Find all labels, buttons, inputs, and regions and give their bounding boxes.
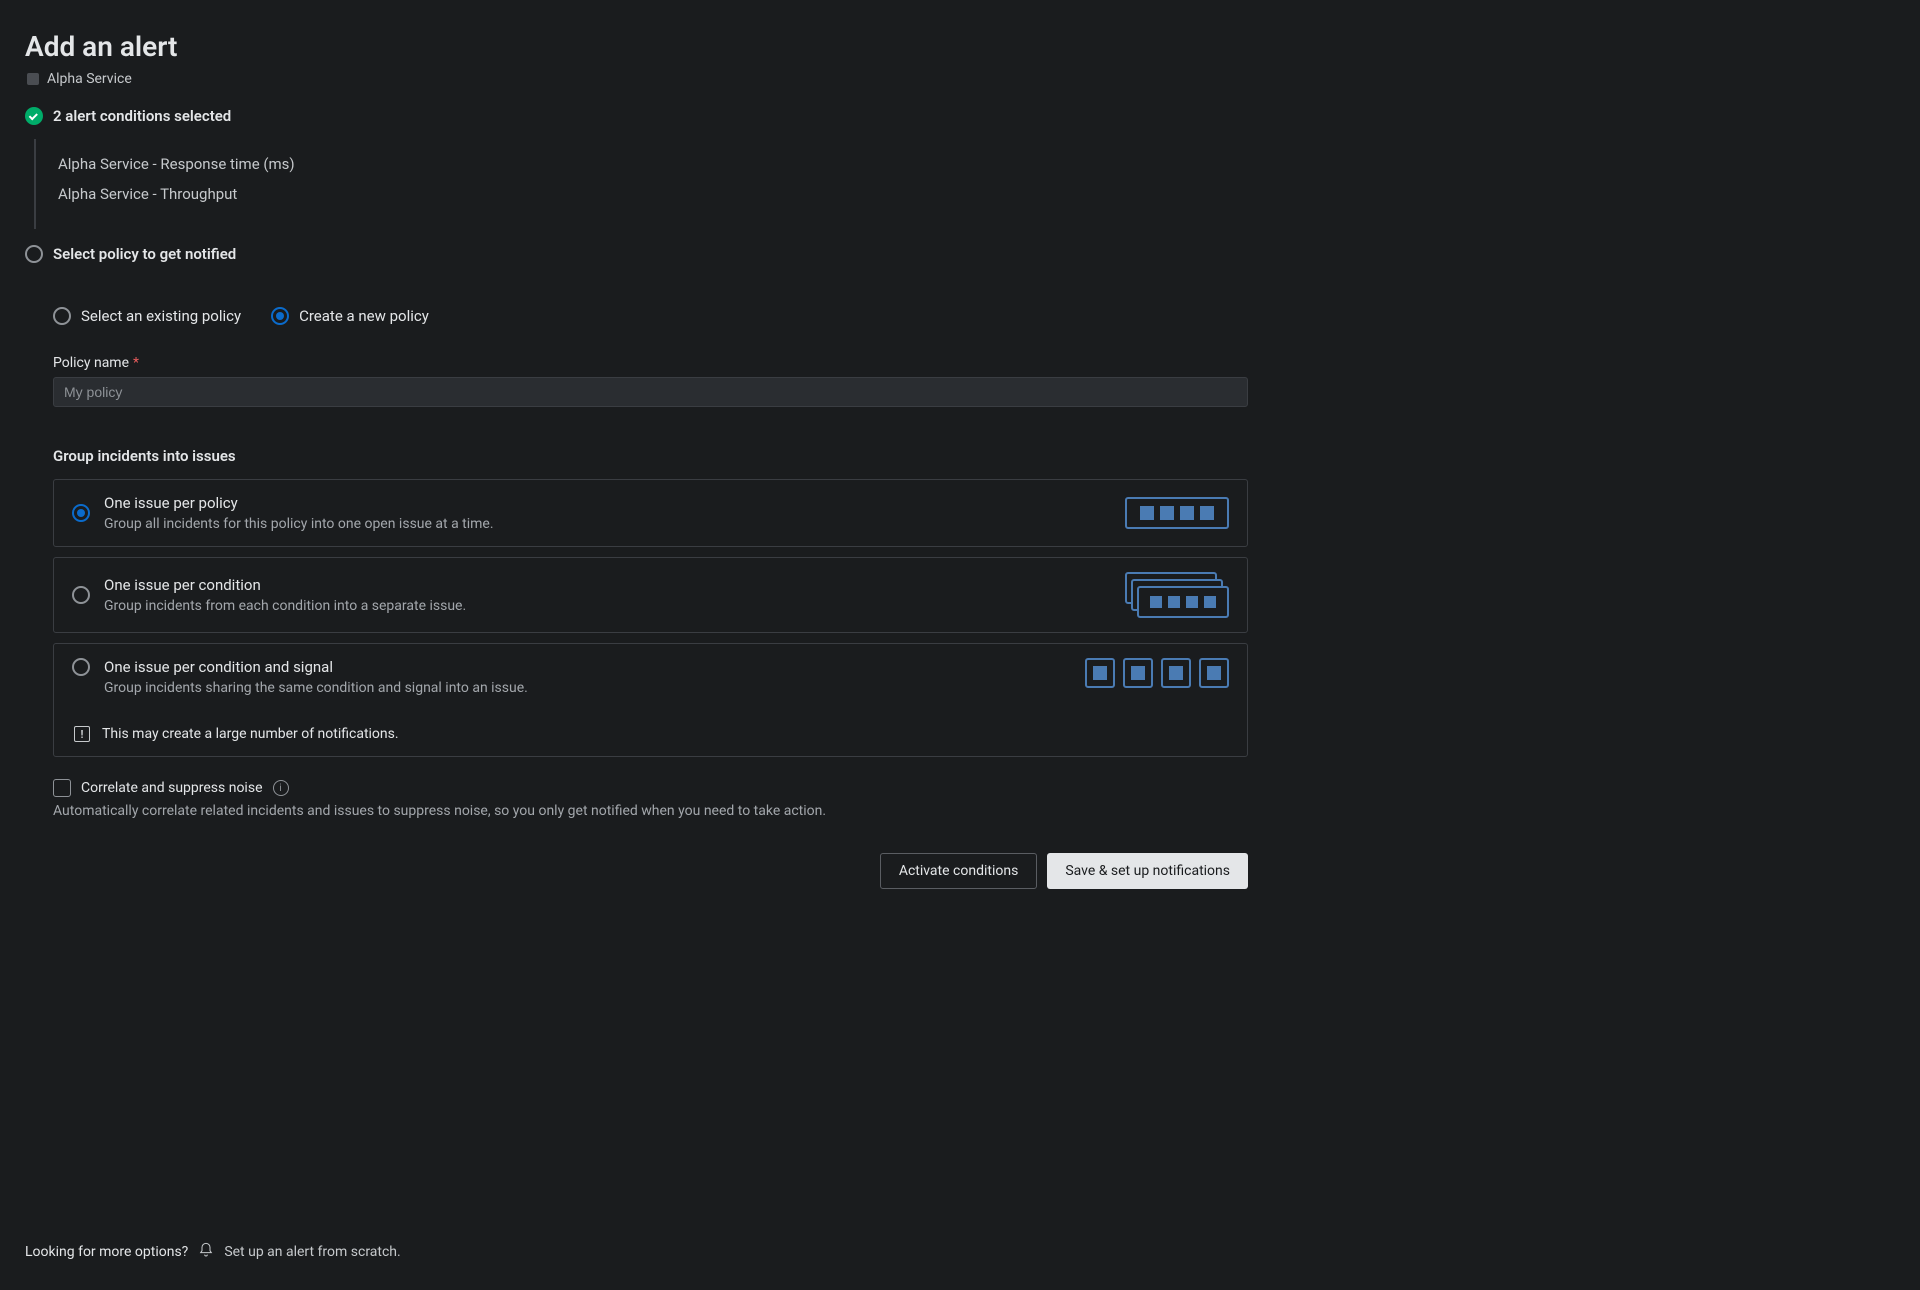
radio-create-policy[interactable]: Create a new policy — [271, 307, 429, 325]
empty-circle-icon — [25, 245, 43, 263]
breadcrumb: Alpha Service — [27, 71, 1895, 87]
warning-icon: ! — [74, 726, 90, 742]
service-square-icon — [27, 73, 39, 85]
save-notifications-button[interactable]: Save & set up notifications — [1047, 853, 1248, 889]
radio-icon — [72, 586, 90, 604]
footer-prompt: Looking for more options? — [25, 1244, 188, 1260]
radio-icon — [72, 658, 90, 676]
step-policy-label: Select policy to get notified — [53, 245, 236, 263]
correlate-block: Correlate and suppress noise i Automatic… — [53, 779, 1248, 819]
radio-icon — [271, 307, 289, 325]
condition-item: Alpha Service - Response time (ms) — [58, 149, 1895, 179]
option-desc: Group all incidents for this policy into… — [104, 516, 1111, 532]
option-desc: Group incidents sharing the same conditi… — [104, 680, 1071, 696]
grouping-heading: Group incidents into issues — [53, 447, 1895, 465]
page-title: Add an alert — [25, 30, 1895, 63]
check-circle-icon — [25, 107, 43, 125]
option-title: One issue per policy — [104, 494, 1111, 512]
activate-conditions-button[interactable]: Activate conditions — [880, 853, 1038, 889]
policy-name-label: Policy name* — [53, 355, 1895, 371]
button-row: Activate conditions Save & set up notifi… — [53, 853, 1248, 889]
bell-icon — [198, 1242, 214, 1262]
correlate-desc: Automatically correlate related incident… — [53, 803, 1248, 819]
grouping-option-per-policy[interactable]: One issue per policy Group all incidents… — [53, 479, 1248, 547]
option-desc: Group incidents from each condition into… — [104, 598, 1111, 614]
grouping-option-per-signal[interactable]: One issue per condition and signal Group… — [53, 643, 1248, 757]
option-title: One issue per condition and signal — [104, 658, 1071, 676]
stacked-issues-icon — [1125, 572, 1229, 618]
separate-issues-icon — [1085, 658, 1229, 688]
step-policy[interactable]: Select policy to get notified — [25, 245, 1895, 263]
radio-icon — [72, 504, 90, 522]
conditions-list: Alpha Service - Response time (ms) Alpha… — [34, 139, 1895, 229]
radio-existing-policy[interactable]: Select an existing policy — [53, 307, 241, 325]
option-title: One issue per condition — [104, 576, 1111, 594]
policy-name-input[interactable] — [53, 377, 1248, 407]
footer: Looking for more options? Set up an aler… — [25, 1242, 401, 1262]
info-icon[interactable]: i — [273, 780, 289, 796]
setup-alert-link[interactable]: Set up an alert from scratch. — [224, 1244, 400, 1260]
warning-text: This may create a large number of notifi… — [102, 726, 399, 742]
policy-mode-radios: Select an existing policy Create a new p… — [53, 307, 1895, 325]
correlate-checkbox[interactable] — [53, 779, 71, 797]
step-conditions-label: 2 alert conditions selected — [53, 107, 231, 125]
radio-label: Create a new policy — [299, 307, 429, 325]
radio-label: Select an existing policy — [81, 307, 241, 325]
single-issue-icon — [1125, 497, 1229, 529]
service-name: Alpha Service — [47, 71, 132, 87]
condition-item: Alpha Service - Throughput — [58, 179, 1895, 209]
step-conditions[interactable]: 2 alert conditions selected — [25, 107, 1895, 125]
grouping-option-per-condition[interactable]: One issue per condition Group incidents … — [53, 557, 1248, 633]
correlate-label: Correlate and suppress noise — [81, 780, 263, 796]
warning-row: ! This may create a large number of noti… — [72, 726, 1229, 742]
radio-icon — [53, 307, 71, 325]
